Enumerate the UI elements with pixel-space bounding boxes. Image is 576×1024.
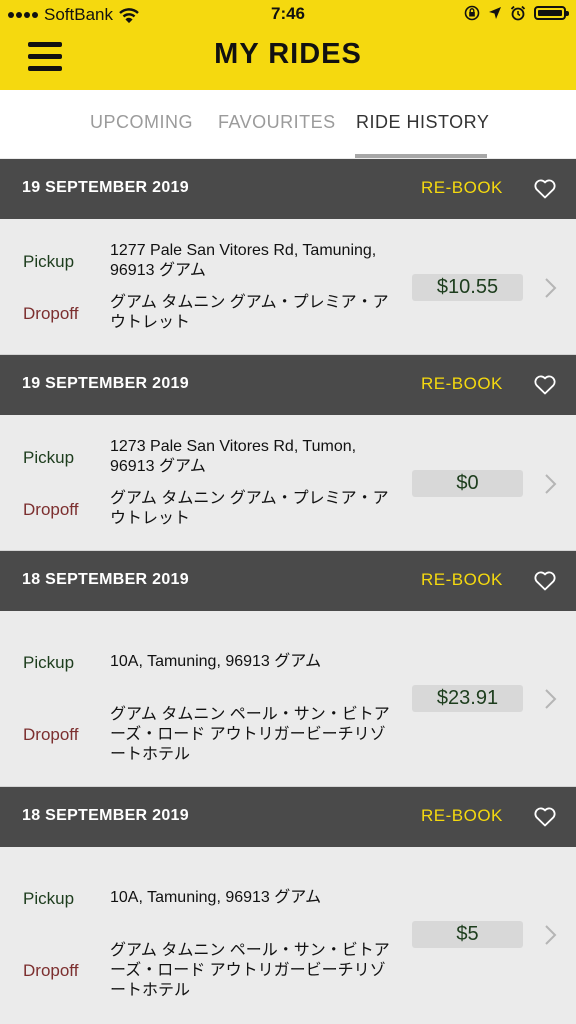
pickup-address: 1273 Pale San Vitores Rd, Tumon, 96913 グ… (110, 438, 357, 475)
rebook-button[interactable]: RE-BOOK (421, 374, 503, 394)
ride-card[interactable]: Pickup 10A, Tamuning, 96913 グアム Dropoff … (0, 847, 576, 1024)
heart-icon[interactable] (533, 177, 557, 201)
page-title: MY RIDES (214, 38, 362, 70)
rotation-lock-icon (464, 5, 480, 21)
tab-upcoming[interactable]: UPCOMING (90, 112, 193, 133)
ride-date: 19 SEPTEMBER 2019 (22, 375, 189, 392)
ride-price-badge: $5 (412, 921, 523, 948)
heart-icon[interactable] (533, 805, 557, 829)
ride-date: 18 SEPTEMBER 2019 (22, 571, 189, 588)
rebook-button[interactable]: RE-BOOK (421, 178, 503, 198)
ride-date-header: 18 SEPTEMBER 2019 RE-BOOK (0, 787, 576, 847)
ride-price-badge: $10.55 (412, 274, 523, 301)
pickup-address: 10A, Tamuning, 96913 グアム (110, 653, 322, 670)
status-bar: SoftBank 7:46 (0, 0, 576, 30)
dropoff-label: Dropoff (23, 961, 79, 980)
ride-date-header: 18 SEPTEMBER 2019 RE-BOOK (0, 551, 576, 611)
dropoff-address: グアム タムニン ペール・サン・ビトアーズ・ロード アウトリガービーチリゾートホ… (110, 706, 390, 763)
dropoff-address: グアム タムニン グアム・プレミア・アウトレット (110, 490, 389, 527)
ride-card[interactable]: Pickup 10A, Tamuning, 96913 グアム Dropoff … (0, 611, 576, 787)
ride-card[interactable]: Pickup 1273 Pale San Vitores Rd, Tumon, … (0, 415, 576, 551)
dropoff-address: グアム タムニン ペール・サン・ビトアーズ・ロード アウトリガービーチリゾートホ… (110, 942, 390, 999)
ride-date: 19 SEPTEMBER 2019 (22, 179, 189, 196)
dropoff-address: グアム タムニン グアム・プレミア・アウトレット (110, 294, 389, 331)
pickup-address: 1277 Pale San Vitores Rd, Tamuning, 9691… (110, 242, 377, 279)
dropoff-label: Dropoff (23, 725, 79, 744)
pickup-label: Pickup (23, 448, 75, 467)
ride-card[interactable]: Pickup 1277 Pale San Vitores Rd, Tamunin… (0, 219, 576, 355)
heart-icon[interactable] (533, 569, 557, 593)
ride-date-header: 19 SEPTEMBER 2019 RE-BOOK (0, 159, 576, 219)
pickup-label: Pickup (23, 889, 75, 908)
status-icons (464, 5, 569, 21)
pickup-address: 10A, Tamuning, 96913 グアム (110, 889, 322, 906)
dropoff-label: Dropoff (23, 304, 79, 323)
pickup-label: Pickup (23, 653, 75, 672)
ride-date: 18 SEPTEMBER 2019 (22, 807, 189, 824)
ride-date-header: 19 SEPTEMBER 2019 RE-BOOK (0, 355, 576, 415)
battery-icon (534, 6, 569, 20)
chevron-right-icon[interactable] (543, 276, 559, 300)
alarm-icon (510, 5, 526, 21)
ride-price-badge: $0 (412, 470, 523, 497)
dropoff-label: Dropoff (23, 500, 79, 519)
rebook-button[interactable]: RE-BOOK (421, 806, 503, 826)
tab-ride-history[interactable]: RIDE HISTORY (356, 112, 489, 133)
heart-icon[interactable] (533, 373, 557, 397)
tab-favourites[interactable]: FAVOURITES (218, 112, 336, 133)
chevron-right-icon[interactable] (543, 472, 559, 496)
ride-price-badge: $23.91 (412, 685, 523, 712)
app-header: SoftBank 7:46 MY RIDES (0, 0, 576, 90)
chevron-right-icon[interactable] (543, 923, 559, 947)
active-tab-indicator (355, 154, 487, 158)
location-arrow-icon (489, 7, 501, 19)
chevron-right-icon[interactable] (543, 687, 559, 711)
pickup-label: Pickup (23, 252, 75, 271)
rebook-button[interactable]: RE-BOOK (421, 570, 503, 590)
tab-bar: UPCOMING FAVOURITES RIDE HISTORY (0, 90, 576, 158)
